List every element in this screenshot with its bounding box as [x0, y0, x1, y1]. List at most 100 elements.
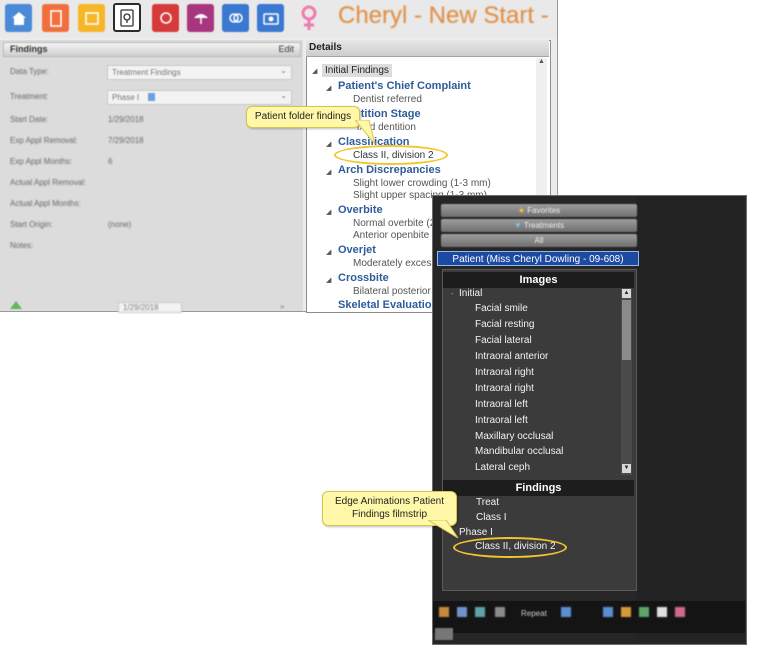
details-heading: Overjet: [338, 244, 376, 256]
expand-icon[interactable]: »: [280, 302, 284, 311]
image-item[interactable]: Facial resting: [475, 319, 534, 330]
treatments-bar[interactable]: ▼ Treatments: [441, 219, 637, 232]
exp-appl-months-value: 6: [108, 157, 113, 166]
exp-appl-removal-label: Exp Appl Removal:: [10, 136, 78, 145]
details-heading: Crossbite: [338, 272, 389, 284]
female-icon: [296, 4, 322, 32]
image-item[interactable]: Maxillary occlusal: [475, 431, 553, 442]
image-item[interactable]: Intraoral right: [475, 367, 534, 378]
details-value: Normal overbite (2: [353, 218, 436, 229]
exp-appl-months-label: Exp Appl Months:: [10, 157, 73, 166]
image-item[interactable]: Facial lateral: [475, 335, 532, 346]
start-origin-label: Start Origin:: [10, 220, 53, 229]
document-icon[interactable]: [42, 4, 69, 32]
patient-folder-icon[interactable]: [113, 3, 141, 32]
finding-item[interactable]: Class I: [476, 512, 507, 523]
filmstrip-findings-header: Findings: [443, 480, 634, 496]
image-item[interactable]: Intraoral right: [475, 383, 534, 394]
patient-title: Cheryl - New Start -: [338, 2, 549, 29]
highlight-ring: [334, 145, 448, 165]
collapse-arrow-icon[interactable]: ◢: [326, 168, 331, 176]
actual-appl-months-label: Actual Appl Months:: [10, 199, 81, 208]
collapse-arrow-icon[interactable]: ◢: [326, 84, 331, 92]
link-icon[interactable]: [222, 4, 249, 32]
image-item[interactable]: Intraoral anterior: [475, 351, 548, 362]
all-bar[interactable]: All: [441, 234, 637, 247]
add-icon[interactable]: [10, 301, 22, 309]
start-origin-value: (none): [108, 220, 132, 229]
collapse-arrow-icon[interactable]: ◢: [312, 67, 317, 75]
star-icon: ★: [517, 206, 526, 215]
image-item[interactable]: Facial smile: [475, 303, 528, 314]
tool-icon[interactable]: [457, 607, 467, 617]
details-heading: Patient's Chief Complaint: [338, 80, 471, 92]
tool-icon[interactable]: [603, 607, 613, 617]
image-item[interactable]: Intraoral left: [475, 415, 528, 426]
details-heading: ntition Stage: [354, 108, 421, 120]
callout-pointer: [428, 520, 459, 539]
notes-label: Notes:: [10, 241, 34, 250]
camera-icon[interactable]: [257, 4, 284, 32]
favorites-bar[interactable]: ★ Favorites: [441, 204, 637, 217]
tool-icon[interactable]: [475, 607, 485, 617]
treatment-select[interactable]: Phase I ⌄: [107, 90, 292, 105]
finding-item[interactable]: Treat: [476, 497, 499, 508]
scroll-up-icon[interactable]: ▲: [622, 289, 631, 298]
exp-appl-removal-value: 7/29/2018: [108, 136, 144, 145]
collapse-arrow-icon[interactable]: ◢: [326, 140, 331, 148]
images-scrollbar-thumb[interactable]: [622, 300, 631, 360]
findings-panel-title: Findings: [10, 44, 48, 54]
repeat-button[interactable]: Repeat: [521, 609, 547, 618]
start-date-label: Start Date:: [10, 115, 49, 124]
tool-icon[interactable]: [639, 607, 649, 617]
scroll-up-icon[interactable]: ▲: [538, 58, 545, 65]
footer-date-field[interactable]: 1/29/2018: [118, 302, 182, 313]
findings-panel: [0, 40, 303, 311]
patient-bar[interactable]: Patient (Miss Cheryl Dowling - 09-608): [437, 251, 639, 266]
treatment-color-icon: [148, 93, 155, 101]
treatment-label: Treatment:: [10, 92, 49, 101]
images-header: Images: [443, 272, 634, 288]
patient-folder-callout: Patient folder findings: [246, 106, 360, 128]
details-value: Slight lower crowding (1-3 mm): [353, 178, 491, 189]
callout-pointer: [355, 120, 376, 145]
chevron-down-icon: ⌄: [280, 66, 287, 75]
image-item[interactable]: Intraoral left: [475, 399, 528, 410]
start-date-value: 1/29/2018: [108, 115, 144, 124]
tool-icon[interactable]: [675, 607, 685, 617]
actual-appl-removal-label: Actual Appl Removal:: [10, 178, 87, 187]
image-item[interactable]: Lateral ceph: [475, 462, 530, 473]
details-value: Bilateral posterior l: [353, 286, 436, 297]
umbrella-icon[interactable]: [187, 4, 214, 32]
image-item[interactable]: Mandibular occlusal: [475, 446, 563, 457]
folder-icon[interactable]: [78, 4, 105, 32]
tool-icon[interactable]: [495, 607, 505, 617]
details-header: Details: [306, 40, 549, 57]
tool-icon[interactable]: [561, 607, 571, 617]
tool-icon[interactable]: [657, 607, 667, 617]
details-heading: Overbite: [338, 204, 383, 216]
edit-link[interactable]: Edit: [278, 44, 294, 54]
tooth-icon: ▼: [513, 221, 522, 230]
details-heading: Skeletal Evaluation: [338, 299, 439, 311]
tool-icon[interactable]: [439, 607, 449, 617]
initial-group[interactable]: Initial: [459, 288, 482, 299]
filmstrip-side: [636, 196, 744, 642]
tool-icon[interactable]: [621, 607, 631, 617]
scroll-down-icon[interactable]: ▼: [622, 464, 631, 473]
data-type-select[interactable]: Treatment Findings ⌄: [107, 65, 292, 80]
toolbar: Cheryl - New Start -: [0, 0, 557, 38]
bottom-thumb[interactable]: [435, 628, 453, 640]
tooth-icon[interactable]: [152, 4, 179, 32]
highlight-ring: [453, 537, 567, 558]
initial-findings-node[interactable]: Initial Findings: [322, 64, 392, 77]
collapse-icon[interactable]: -: [451, 289, 454, 298]
home-icon[interactable]: [5, 4, 32, 32]
collapse-arrow-icon[interactable]: ◢: [326, 248, 331, 256]
collapse-arrow-icon[interactable]: ◢: [326, 208, 331, 216]
collapse-arrow-icon[interactable]: ◢: [326, 276, 331, 284]
details-value: Anterior openbite (: [353, 230, 436, 241]
details-heading: Arch Discrepancies: [338, 164, 441, 176]
details-value: Moderately excessi: [353, 258, 439, 269]
filmstrip-bottom-toolbar: Repeat: [433, 601, 745, 633]
